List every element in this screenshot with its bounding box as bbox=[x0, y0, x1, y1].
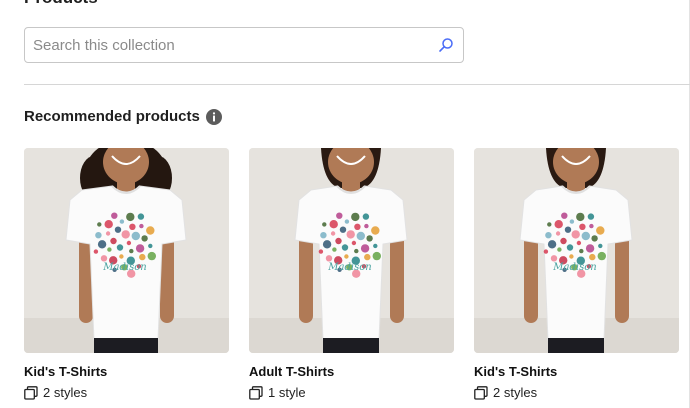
divider bbox=[24, 84, 690, 85]
search-icon[interactable] bbox=[438, 37, 454, 53]
product-image[interactable]: Madison bbox=[24, 148, 229, 353]
product-card[interactable]: Madison Kid's T-Shirts 2 styles bbox=[474, 148, 679, 400]
product-styles-count: 2 styles bbox=[493, 385, 538, 400]
svg-text:Madison: Madison bbox=[552, 262, 596, 273]
svg-text:Madison: Madison bbox=[102, 262, 146, 273]
product-styles: 1 style bbox=[249, 385, 454, 400]
product-name[interactable]: Kid's T-Shirts bbox=[24, 364, 229, 379]
product-card[interactable]: Madison Kid's T-Shirts 2 styles bbox=[24, 148, 229, 400]
product-image[interactable]: Madison bbox=[474, 148, 679, 353]
styles-icon bbox=[474, 385, 488, 400]
styles-icon bbox=[24, 385, 38, 400]
product-styles: 2 styles bbox=[24, 385, 229, 400]
product-styles-count: 2 styles bbox=[43, 385, 88, 400]
product-styles: 2 styles bbox=[474, 385, 679, 400]
product-styles-count: 1 style bbox=[268, 385, 306, 400]
product-image[interactable]: Madison bbox=[249, 148, 454, 353]
styles-icon bbox=[249, 385, 263, 400]
product-card[interactable]: Madison Adult T-Shirts 1 style bbox=[249, 148, 454, 400]
section-title: Products bbox=[24, 0, 98, 8]
recommended-products-heading: Recommended products bbox=[24, 108, 200, 125]
product-name[interactable]: Kid's T-Shirts bbox=[474, 364, 679, 379]
search-box[interactable] bbox=[24, 27, 464, 63]
svg-text:Madison: Madison bbox=[327, 262, 371, 273]
search-input[interactable] bbox=[25, 28, 441, 62]
info-icon[interactable] bbox=[206, 109, 222, 125]
product-name[interactable]: Adult T-Shirts bbox=[249, 364, 454, 379]
